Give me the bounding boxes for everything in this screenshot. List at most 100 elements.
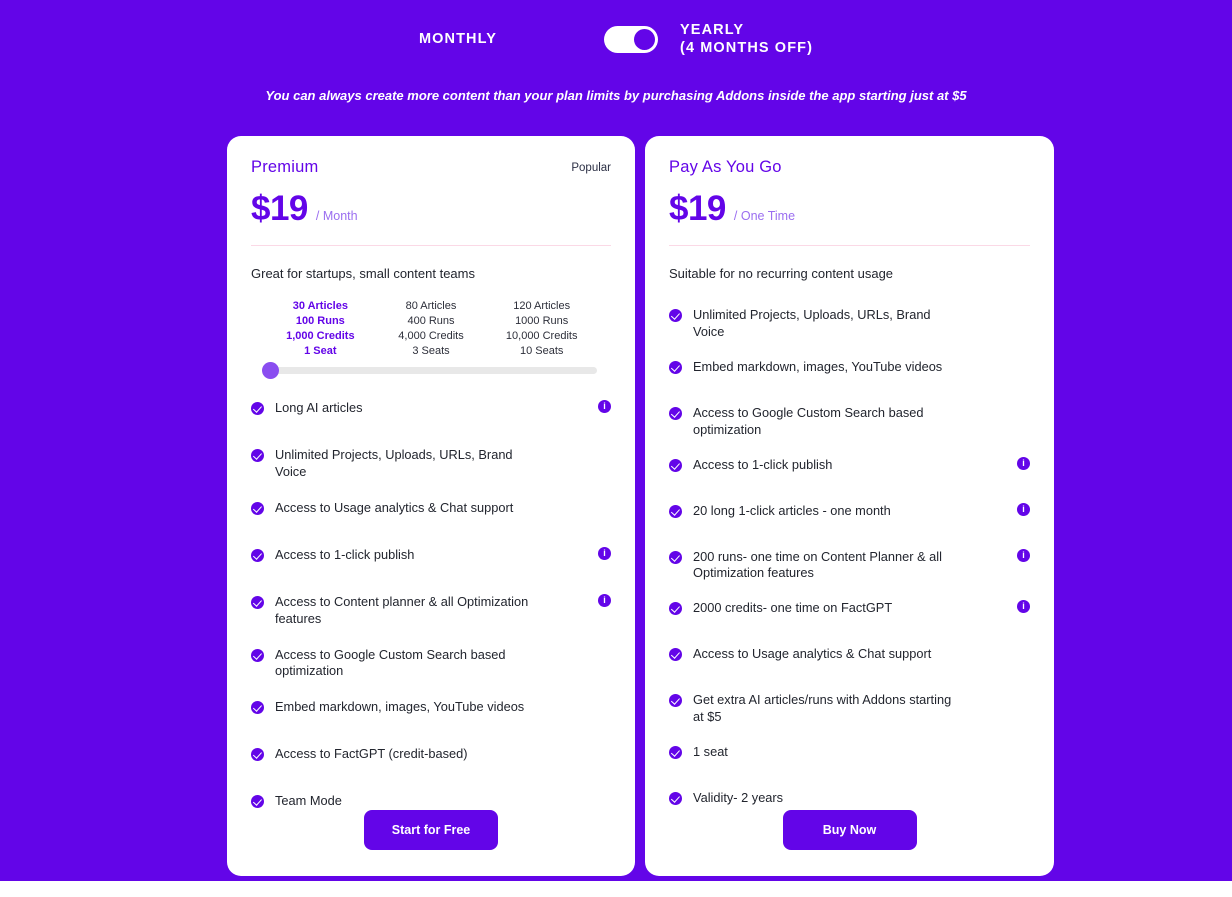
- plan-name: Pay As You Go: [669, 158, 782, 176]
- info-icon[interactable]: i: [1017, 502, 1030, 516]
- tier-credits: 1,000 Credits: [286, 330, 355, 342]
- plan-period: / Month: [315, 209, 358, 223]
- feature-label: Access to 1-click publish: [275, 546, 415, 562]
- check-circle-icon: [669, 792, 682, 806]
- info-icon[interactable]: i: [598, 546, 611, 560]
- price-row: $19 / Month: [251, 191, 611, 226]
- info-icon[interactable]: i: [598, 593, 611, 607]
- tier-slider-knob[interactable]: [262, 362, 279, 379]
- feature-item: Unlimited Projects, Uploads, URLs, Brand…: [251, 447, 611, 481]
- tier-seats: 10 Seats: [519, 345, 564, 357]
- tier-runs: 100 Runs: [295, 315, 345, 327]
- check-circle-icon: [251, 595, 264, 609]
- feature-item: 20 long 1-click articles - one month i: [669, 502, 1030, 531]
- billing-toggle[interactable]: [604, 25, 659, 53]
- check-circle-icon: [669, 746, 682, 760]
- feature-label: Embed markdown, images, YouTube videos: [275, 699, 525, 715]
- check-circle-icon: [669, 648, 682, 662]
- feature-label: 200 runs- one time on Content Planner & …: [693, 548, 942, 581]
- feature-item: Embed markdown, images, YouTube videos: [251, 699, 611, 727]
- tier-columns: 30 Articles 100 Runs 1,000 Credits 1 Seat 80…: [265, 300, 597, 357]
- start-for-free-button[interactable]: Start for Free: [364, 810, 498, 850]
- billing-monthly-label[interactable]: MONTHLY: [419, 31, 497, 47]
- check-circle-icon: [669, 504, 682, 518]
- card-divider: [251, 245, 611, 246]
- pricing-card-premium: Premium Popular $19 / Month Great for st…: [227, 136, 635, 876]
- feature-label: Embed markdown, images, YouTube videos: [693, 358, 943, 374]
- check-circle-icon: [251, 402, 264, 415]
- tier-runs: 1000 Runs: [515, 315, 569, 327]
- feature-label: Team Mode: [275, 793, 342, 809]
- feature-label: Access to Content planner & all Optimiza…: [275, 593, 529, 626]
- feature-item: Access to Google Custom Search based opt…: [669, 405, 1030, 439]
- check-circle-icon: [251, 748, 264, 762]
- tier-slider-track[interactable]: [262, 362, 597, 379]
- tier-articles: 80 Articles: [405, 300, 457, 312]
- feature-label: Access to Google Custom Search based opt…: [693, 404, 924, 437]
- billing-yearly-discount-label: (4 MONTHS OFF): [680, 40, 814, 56]
- feature-label: 1 seat: [693, 744, 728, 760]
- feature-label: Access to FactGPT (credit-based): [275, 746, 468, 762]
- check-circle-icon: [669, 550, 682, 564]
- feature-label: Validity- 2 years: [693, 790, 784, 806]
- tier-selector: 30 Articles 100 Runs 1,000 Credits 1 Seat 80…: [251, 300, 611, 379]
- feature-label: Access to Google Custom Search based opt…: [275, 646, 506, 679]
- addon-note: You can always create more content than …: [265, 88, 967, 103]
- plan-tagline: Great for startups, small content teams: [251, 266, 475, 281]
- feature-item: Unlimited Projects, Uploads, URLs, Brand…: [669, 307, 1030, 341]
- info-icon[interactable]: i: [598, 400, 611, 413]
- tier-seats: 3 Seats: [412, 345, 450, 357]
- info-icon[interactable]: i: [1017, 600, 1030, 614]
- feature-item: 2000 credits- one time on FactGPT i: [669, 600, 1030, 628]
- popular-badge: Popular: [571, 162, 611, 174]
- toggle-knob: [634, 28, 656, 50]
- pricing-card-payg: Pay As You Go $19 / One Time Suitable fo…: [645, 136, 1054, 876]
- feature-label: Access to Usage analytics & Chat support: [693, 646, 932, 662]
- tier-articles: 30 Articles: [292, 300, 348, 312]
- buy-now-button[interactable]: Buy Now: [782, 810, 917, 850]
- price-row: $19 / One Time: [669, 191, 1030, 226]
- cta-container: Start for Free: [227, 810, 635, 850]
- card-header: Premium Popular: [251, 158, 611, 177]
- tier-column[interactable]: 120 Articles 1000 Runs 10,000 Credits 10 Se…: [486, 300, 597, 357]
- feature-item: Access to 1-click publish i: [669, 456, 1030, 485]
- tier-column[interactable]: 30 Articles 100 Runs 1,000 Credits 1 Seat: [265, 300, 376, 357]
- check-circle-icon: [669, 360, 682, 374]
- feature-item: Access to Google Custom Search based opt…: [251, 647, 611, 681]
- feature-label: Long AI articles: [275, 400, 363, 415]
- plan-period: / One Time: [733, 209, 796, 223]
- billing-yearly-group[interactable]: YEARLY (4 MONTHS OFF): [680, 22, 813, 56]
- feature-label: 2000 credits- one time on FactGPT: [693, 600, 893, 616]
- feature-item: 200 runs- one time on Content Planner & …: [669, 548, 1030, 583]
- info-icon[interactable]: i: [1017, 548, 1030, 562]
- card-divider: [669, 245, 1030, 246]
- feature-label: Access to Usage analytics & Chat support: [275, 499, 514, 515]
- feature-item: 1 seat: [669, 744, 1030, 772]
- plan-price: $19: [669, 189, 726, 228]
- feature-label: Unlimited Projects, Uploads, URLs, Brand…: [275, 447, 513, 479]
- plan-name: Premium: [251, 158, 319, 176]
- pricing-page: MONTHLY YEARLY (4 MONTHS OFF) You can al…: [0, 0, 1232, 897]
- billing-period-switcher: MONTHLY YEARLY (4 MONTHS OFF): [0, 16, 1232, 62]
- feature-item: Get extra AI articles/runs with Addons s…: [669, 692, 1030, 726]
- check-circle-icon: [251, 795, 264, 809]
- feature-item: Access to Usage analytics & Chat support: [251, 500, 611, 528]
- feature-label: 20 long 1-click articles - one month: [693, 502, 891, 518]
- check-circle-icon: [251, 449, 264, 462]
- feature-label: Access to 1-click publish: [693, 456, 833, 472]
- feature-item: Access to Usage analytics & Chat support: [669, 646, 1030, 674]
- billing-yearly-label: YEARLY: [680, 22, 745, 38]
- check-circle-icon: [251, 548, 264, 562]
- feature-item: Access to 1-click publish i: [251, 546, 611, 575]
- info-icon[interactable]: i: [1017, 456, 1030, 470]
- plan-tagline: Suitable for no recurring content usage: [669, 266, 894, 281]
- tier-column[interactable]: 80 Articles 400 Runs 4,000 Credits 3 Seats: [376, 300, 487, 357]
- check-circle-icon: [251, 501, 264, 515]
- feature-list: Unlimited Projects, Uploads, URLs, Brand…: [669, 307, 1030, 836]
- tier-seats: 1 Seat: [304, 345, 337, 357]
- feature-list: Long AI articles i Unlimited Projects, Upl…: [251, 400, 611, 840]
- check-circle-icon: [669, 602, 682, 616]
- tier-articles: 120 Articles: [513, 300, 571, 312]
- check-circle-icon: [251, 701, 264, 715]
- check-circle-icon: [669, 694, 682, 708]
